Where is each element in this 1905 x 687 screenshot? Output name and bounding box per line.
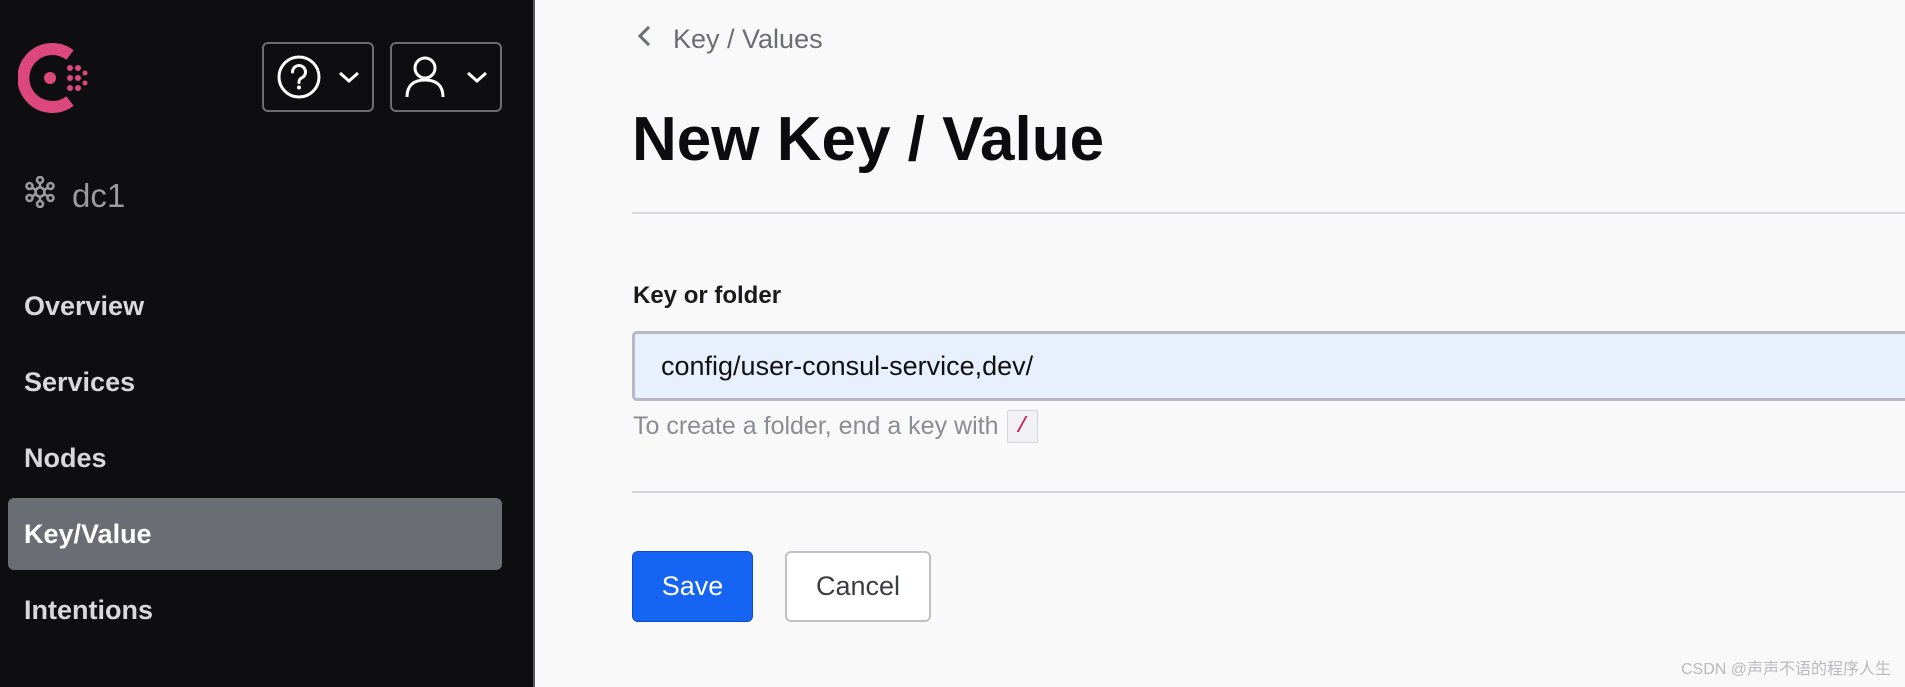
datacenter-selector[interactable]: dc1 [24,175,126,216]
datacenter-icon [24,175,56,216]
help-text: To create a folder, end a key with [633,412,999,440]
sidebar-nav: Overview Services Nodes Key/Value Intent… [8,270,502,650]
breadcrumb-link[interactable]: Key / Values [673,24,823,55]
sidebar-item-services[interactable]: Services [8,346,502,418]
chevron-down-icon [466,70,488,84]
key-input[interactable] [632,331,1905,401]
divider [632,212,1905,214]
help-menu-button[interactable] [262,42,374,112]
watermark: CSDN @声声不语的程序人生 [1680,661,1891,678]
user-menu-button[interactable] [390,42,502,112]
key-field-label: Key or folder [633,282,782,309]
chevron-left-icon [637,24,651,55]
datacenter-label: dc1 [72,177,126,214]
main-content: Key / Values New Key / Value Key or fold… [537,0,1905,687]
page-title: New Key / Value [632,105,1105,174]
breadcrumb[interactable]: Key / Values [637,24,823,55]
sidebar: dc1 Overview Services Nodes Key/Value In… [0,0,535,687]
sidebar-item-nodes[interactable]: Nodes [8,422,502,494]
cancel-button[interactable]: Cancel [785,551,931,622]
save-button[interactable]: Save [632,551,753,622]
sidebar-item-overview[interactable]: Overview [8,270,502,342]
sidebar-item-key-value[interactable]: Key/Value [8,498,502,570]
help-code: / [1006,410,1038,443]
consul-logo-icon[interactable] [17,42,94,114]
help-circle-icon [276,54,322,100]
chevron-down-icon [338,70,360,84]
user-icon [404,55,446,99]
key-field-help: To create a folder, end a key with / [633,410,1038,443]
divider [632,491,1905,493]
sidebar-item-intentions[interactable]: Intentions [8,574,502,646]
